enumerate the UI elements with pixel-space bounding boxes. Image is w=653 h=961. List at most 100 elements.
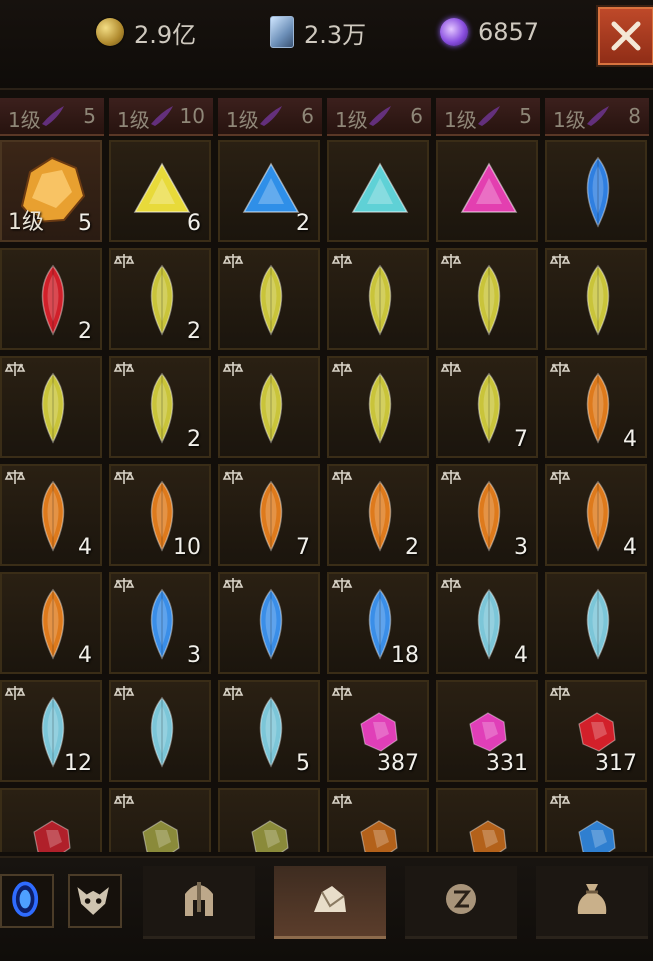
gem-icon bbox=[477, 588, 501, 660]
item-count: 2 bbox=[187, 427, 201, 452]
tier-count: 6 bbox=[410, 104, 423, 128]
tier-header[interactable]: 1级 10 bbox=[109, 98, 213, 136]
gem-slot[interactable] bbox=[545, 572, 647, 674]
scale-lock-icon bbox=[549, 794, 571, 808]
gem-slot[interactable]: 4 bbox=[545, 464, 647, 566]
tier-level: 1级 bbox=[444, 108, 477, 132]
scale-lock-icon bbox=[222, 686, 244, 700]
gem-slot[interactable]: 331 bbox=[436, 680, 538, 782]
gem-icon bbox=[578, 712, 616, 752]
gem-icon bbox=[586, 156, 610, 228]
item-count: 4 bbox=[623, 427, 637, 452]
gem-slot[interactable]: 2 bbox=[218, 140, 320, 242]
gem-slot[interactable] bbox=[436, 788, 538, 852]
gem-slot[interactable]: 3 bbox=[109, 572, 211, 674]
item-count: 4 bbox=[514, 643, 528, 668]
gold-coin-icon bbox=[96, 18, 124, 46]
gem-slot[interactable] bbox=[327, 356, 429, 458]
gem-slot[interactable]: 3 bbox=[436, 464, 538, 566]
gem-icon bbox=[477, 480, 501, 552]
purple-orb-icon bbox=[440, 18, 468, 46]
gem-slot[interactable]: 2 bbox=[109, 356, 211, 458]
gem-slot[interactable] bbox=[545, 248, 647, 350]
gem-slot[interactable]: 4 bbox=[436, 572, 538, 674]
scale-lock-icon bbox=[440, 362, 462, 376]
tier-level: 1级 bbox=[553, 108, 586, 132]
scale-lock-icon bbox=[549, 686, 571, 700]
gem-slot[interactable]: 387 bbox=[327, 680, 429, 782]
purple-wisp-icon bbox=[369, 106, 391, 126]
tier-header[interactable]: 1级 5 bbox=[436, 98, 540, 136]
scale-lock-icon bbox=[4, 470, 26, 484]
scale-lock-icon bbox=[440, 470, 462, 484]
gem-icon bbox=[360, 820, 398, 852]
bag-icon bbox=[577, 884, 607, 914]
gem-slot[interactable]: 4 bbox=[545, 356, 647, 458]
gem-pile-icon bbox=[314, 886, 346, 912]
item-count: 12 bbox=[64, 751, 92, 776]
tier-header[interactable]: 1级 6 bbox=[218, 98, 322, 136]
gem-slot[interactable]: 317 bbox=[545, 680, 647, 782]
gem-slot[interactable]: 12 bbox=[0, 680, 102, 782]
tier-level: 1级 bbox=[335, 108, 368, 132]
gem-slot[interactable] bbox=[218, 572, 320, 674]
gem-slot[interactable]: 4 bbox=[0, 464, 102, 566]
gem-icon bbox=[586, 588, 610, 660]
gem-icon bbox=[469, 820, 507, 852]
gem-slot[interactable] bbox=[327, 248, 429, 350]
gem-icon bbox=[586, 372, 610, 444]
tab-materials[interactable] bbox=[536, 866, 648, 939]
gem-slot[interactable]: 2 bbox=[0, 248, 102, 350]
scale-lock-icon bbox=[549, 362, 571, 376]
gem-slot[interactable]: 5 bbox=[218, 680, 320, 782]
gem-slot[interactable] bbox=[327, 140, 429, 242]
tab-equipment[interactable] bbox=[143, 866, 255, 939]
gem-slot[interactable] bbox=[0, 356, 102, 458]
demon-button[interactable] bbox=[68, 874, 122, 928]
gem-slot[interactable] bbox=[545, 140, 647, 242]
tier-header[interactable]: 1级 8 bbox=[545, 98, 649, 136]
item-count: 387 bbox=[377, 751, 419, 776]
gem-slot[interactable]: 7 bbox=[436, 356, 538, 458]
gem-slot[interactable] bbox=[218, 788, 320, 852]
gem-slot[interactable] bbox=[109, 788, 211, 852]
gem-slot[interactable] bbox=[109, 680, 211, 782]
gem-icon bbox=[41, 264, 65, 336]
tab-runes[interactable] bbox=[405, 866, 517, 939]
gem-slot[interactable]: 1级 5 bbox=[0, 140, 102, 242]
gem-slot[interactable]: 2 bbox=[327, 464, 429, 566]
gem-icon bbox=[259, 696, 283, 768]
tier-count: 8 bbox=[628, 104, 641, 128]
gem-icon bbox=[586, 264, 610, 336]
scale-lock-icon bbox=[222, 362, 244, 376]
gem-icon bbox=[259, 480, 283, 552]
scale-lock-icon bbox=[113, 362, 135, 376]
purple-wisp-icon bbox=[42, 106, 64, 126]
gem-slot[interactable]: 4 bbox=[0, 572, 102, 674]
gem-slot[interactable]: 18 bbox=[327, 572, 429, 674]
gem-slot[interactable] bbox=[436, 248, 538, 350]
gem-slot[interactable] bbox=[218, 356, 320, 458]
tab-gems[interactable] bbox=[274, 866, 386, 939]
gem-slot[interactable] bbox=[218, 248, 320, 350]
scale-lock-icon bbox=[4, 686, 26, 700]
gem-icon bbox=[150, 588, 174, 660]
gem-icon bbox=[259, 372, 283, 444]
tier-level: 1级 bbox=[226, 108, 259, 132]
gem-slot[interactable]: 10 bbox=[109, 464, 211, 566]
scale-lock-icon bbox=[331, 686, 353, 700]
gem-slot[interactable] bbox=[545, 788, 647, 852]
gem-slot[interactable] bbox=[327, 788, 429, 852]
gem-slot[interactable]: 7 bbox=[218, 464, 320, 566]
item-count: 2 bbox=[296, 211, 310, 236]
gem-slot[interactable]: 6 bbox=[109, 140, 211, 242]
scale-lock-icon bbox=[113, 254, 135, 268]
gem-slot[interactable]: 2 bbox=[109, 248, 211, 350]
portal-button[interactable] bbox=[0, 874, 54, 928]
tier-header[interactable]: 1级 5 bbox=[0, 98, 104, 136]
tier-header[interactable]: 1级 6 bbox=[327, 98, 431, 136]
close-button[interactable] bbox=[596, 5, 653, 67]
gem-slot[interactable] bbox=[436, 140, 538, 242]
gem-slot[interactable] bbox=[0, 788, 102, 852]
scale-lock-icon bbox=[549, 254, 571, 268]
